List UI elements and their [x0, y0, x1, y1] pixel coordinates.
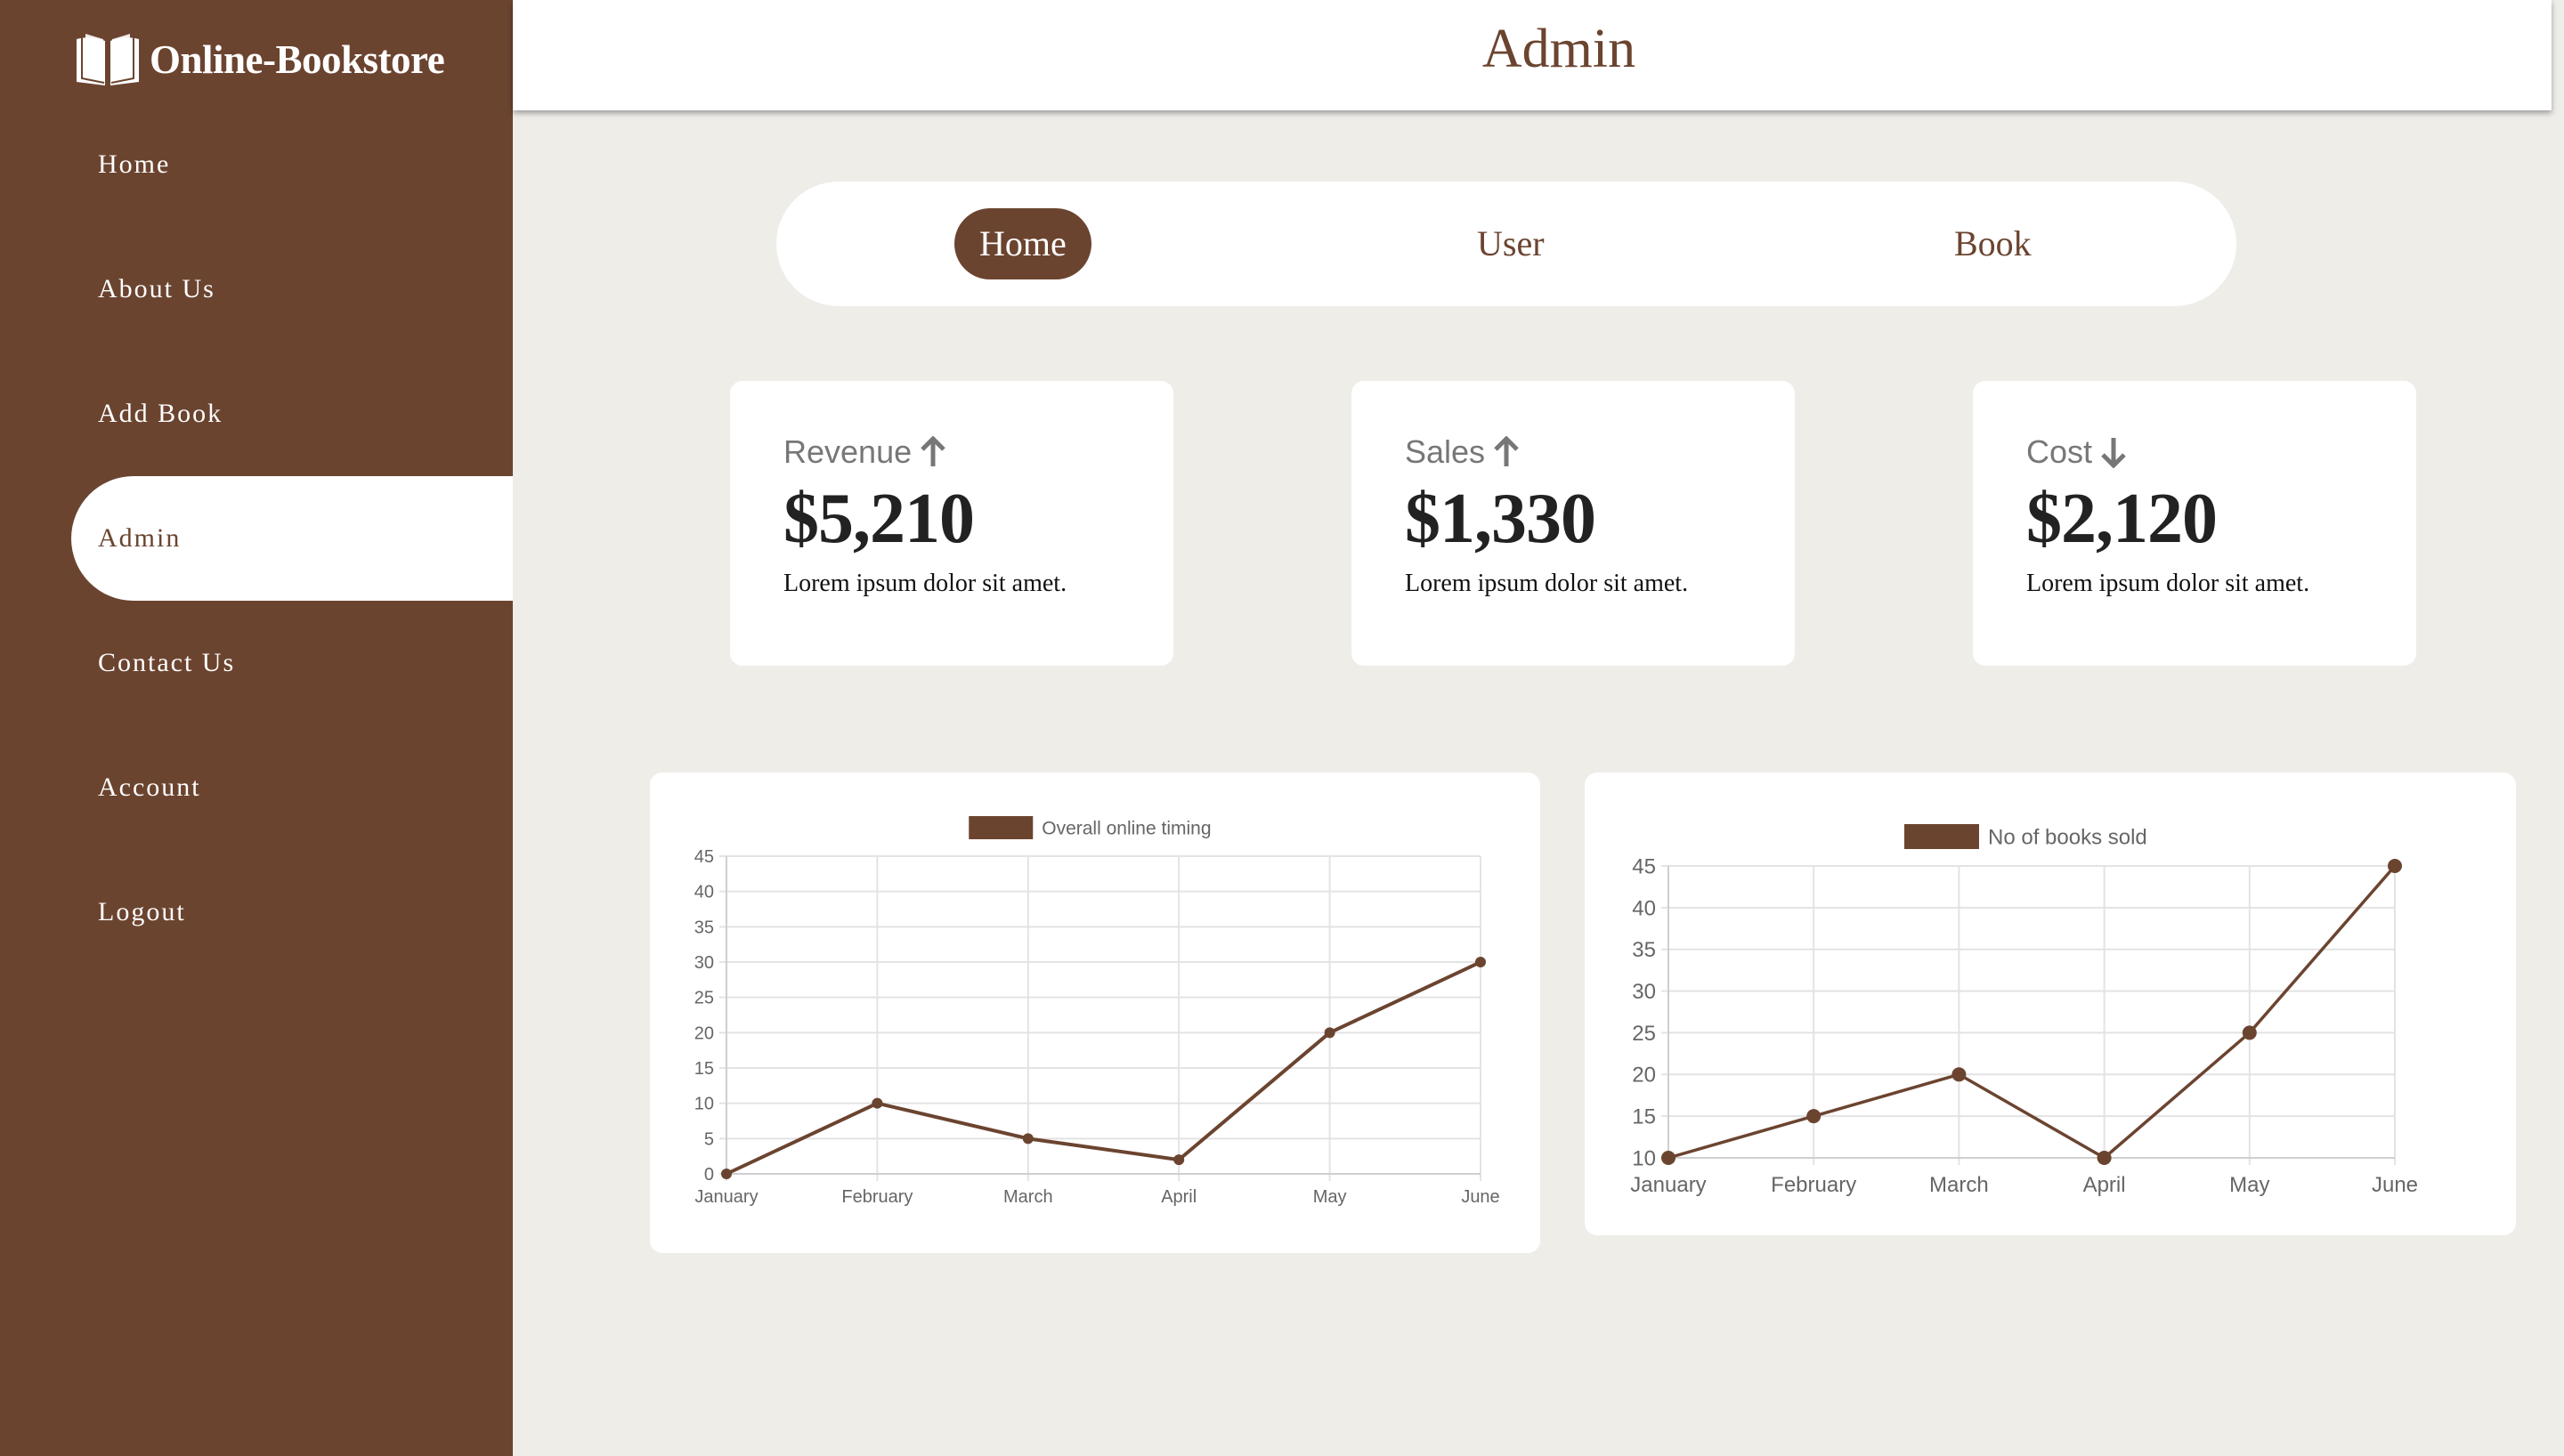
data-point [1475, 957, 1486, 967]
tab-user[interactable]: User [1477, 208, 1545, 279]
x-tick-label: May [2229, 1173, 2269, 1197]
x-tick-label: January [1630, 1173, 1706, 1197]
y-tick-label: 40 [1632, 896, 1656, 920]
y-tick-label: 15 [1632, 1105, 1656, 1129]
y-tick-label: 20 [1632, 1064, 1656, 1088]
x-tick-label: January [694, 1187, 758, 1207]
chart-svg: 0 5 10 15 20 25 30 35 40 45 January February March Ap… [694, 816, 1500, 1207]
y-tick-label: 35 [694, 918, 714, 937]
y-tick-label: 25 [694, 989, 714, 1008]
arrow-down-icon [2101, 438, 2126, 468]
y-tick-label: 25 [1632, 1022, 1656, 1046]
legend-swatch [1904, 824, 1979, 849]
tab-book[interactable]: Book [1954, 208, 2032, 279]
revenue-card: Revenue $5,210 Lorem ipsum dolor sit ame… [730, 381, 1173, 666]
sidebar-item-about-us[interactable]: About Us [71, 227, 513, 352]
y-tick-label: 45 [1632, 854, 1656, 878]
y-tick-label: 45 [694, 847, 714, 867]
data-point [1951, 1067, 1967, 1082]
y-tick-label: 15 [694, 1059, 714, 1079]
sidebar-item-home[interactable]: Home [71, 102, 513, 227]
x-tick-label: April [2083, 1173, 2126, 1197]
logo-text: Online-Bookstore [150, 37, 445, 82]
legend-swatch [969, 816, 1034, 839]
x-tick-label: June [2372, 1173, 2418, 1197]
data-point [1806, 1109, 1822, 1124]
series-line [1667, 864, 2397, 1160]
online-timing-chart: 0 5 10 15 20 25 30 35 40 45 January February March Ap… [650, 772, 1540, 1253]
sidebar-item-account[interactable]: Account [71, 725, 513, 850]
sales-card: Sales $1,330 Lorem ipsum dolor sit amet. [1351, 381, 1795, 666]
sidebar-item-admin[interactable]: Admin [71, 476, 513, 601]
y-tick-label: 10 [694, 1095, 714, 1114]
sidebar: Online-Bookstore Home About Us Add Book … [0, 0, 513, 1456]
page-title: Admin [1481, 19, 1636, 79]
y-tick-label: 30 [1632, 980, 1656, 1004]
data-point [2242, 1025, 2257, 1040]
data-point [1022, 1133, 1034, 1145]
x-tick-label: March [1929, 1173, 1989, 1197]
x-tick-label: February [1771, 1173, 1856, 1197]
revenue-label-row: Revenue [783, 433, 1173, 470]
data-point [1324, 1027, 1335, 1039]
book-icon [77, 34, 139, 85]
sales-value: $1,330 [1405, 480, 1596, 558]
logo[interactable]: Online-Bookstore [73, 30, 445, 89]
revenue-label: Revenue [783, 433, 913, 470]
revenue-value: $5,210 [783, 480, 975, 558]
arrow-up-icon [921, 436, 945, 466]
data-point [1661, 1151, 1676, 1165]
sales-description: Lorem ipsum dolor sit amet. [1405, 570, 1689, 597]
x-tick-label: March [1003, 1187, 1053, 1207]
arrow-up-icon [1494, 436, 1519, 466]
data-point [872, 1097, 883, 1109]
data-point [2097, 1151, 2112, 1165]
cost-label-row: Cost [2026, 433, 2416, 470]
data-point [2388, 859, 2402, 873]
y-tick-label: 0 [704, 1165, 714, 1185]
cost-card: Cost $2,120 Lorem ipsum dolor sit amet. [1973, 381, 2416, 666]
sidebar-item-contact-us[interactable]: Contact Us [71, 601, 513, 725]
cost-value: $2,120 [2026, 480, 2218, 558]
chart-svg: 10 15 20 25 30 35 40 45 January February March Apri… [1630, 824, 2418, 1197]
y-tick-label: 40 [694, 883, 714, 902]
data-point [721, 1169, 732, 1179]
data-point [1173, 1154, 1185, 1166]
cost-description: Lorem ipsum dolor sit amet. [2026, 570, 2310, 597]
cost-label: Cost [2026, 433, 2093, 470]
sales-label: Sales [1405, 433, 1486, 470]
x-tick-label: April [1161, 1187, 1197, 1207]
y-tick-label: 20 [694, 1023, 714, 1043]
y-tick-label: 10 [1632, 1146, 1656, 1170]
legend-label: No of books sold [1988, 825, 2147, 849]
books-sold-chart: 10 15 20 25 30 35 40 45 January February March Apri… [1585, 772, 2516, 1235]
y-tick-label: 35 [1632, 938, 1656, 962]
revenue-description: Lorem ipsum dolor sit amet. [783, 570, 1067, 597]
sales-label-row: Sales [1405, 433, 1795, 470]
x-tick-label: May [1313, 1187, 1347, 1207]
sidebar-item-logout[interactable]: Logout [71, 850, 513, 975]
page-header: Admin [513, 0, 2552, 110]
x-tick-label: February [841, 1187, 913, 1207]
y-tick-label: 30 [694, 953, 714, 973]
tab-home[interactable]: Home [954, 208, 1091, 279]
x-tick-label: June [1461, 1187, 1499, 1207]
sidebar-item-add-book[interactable]: Add Book [71, 352, 513, 476]
y-tick-label: 5 [704, 1129, 714, 1149]
legend-label: Overall online timing [1042, 818, 1211, 838]
tab-bar: Home User Book [776, 182, 2236, 306]
